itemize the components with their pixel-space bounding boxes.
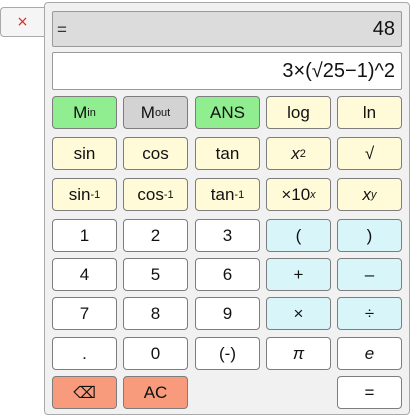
square-button[interactable]: x2 (266, 137, 331, 170)
multiply-button[interactable]: × (266, 297, 331, 330)
expression-display[interactable]: 3×(√25−1)^2 (52, 52, 402, 90)
digit-2-button[interactable]: 2 (123, 219, 188, 252)
backspace-button[interactable]: ⌫ (52, 376, 117, 409)
result-equals-sign: = (57, 20, 67, 39)
memory-out-button[interactable]: Mout (123, 96, 188, 129)
digit-6-button[interactable]: 6 (195, 258, 260, 291)
ans-button[interactable]: ANS (195, 96, 260, 129)
arcsin-button[interactable]: sin -1 (52, 178, 117, 211)
digit-3-button[interactable]: 3 (195, 219, 260, 252)
equals-button[interactable]: = (337, 376, 402, 409)
digit-5-button[interactable]: 5 (123, 258, 188, 291)
plus-button[interactable]: + (266, 258, 331, 291)
right-paren-button[interactable]: ) (337, 219, 402, 252)
e-constant-button[interactable]: e (337, 337, 402, 370)
minus-button[interactable]: – (337, 258, 402, 291)
all-clear-button[interactable]: AC (123, 376, 188, 409)
pi-button[interactable]: π (266, 337, 331, 370)
digit-4-button[interactable]: 4 (52, 258, 117, 291)
ln-button[interactable]: ln (337, 96, 402, 129)
arccos-button[interactable]: cos -1 (123, 178, 188, 211)
result-value: 48 (372, 18, 395, 40)
close-icon: × (16, 14, 29, 30)
negate-button[interactable]: (-) (195, 337, 260, 370)
arctan-button[interactable]: tan -1 (195, 178, 260, 211)
times-ten-power-button[interactable]: ×10 x (266, 178, 331, 211)
close-button[interactable]: × (0, 7, 44, 37)
divide-button[interactable]: ÷ (337, 297, 402, 330)
result-display: = 48 (52, 11, 402, 47)
sin-button[interactable]: sin (52, 137, 117, 170)
digit-1-button[interactable]: 1 (52, 219, 117, 252)
expression-text: 3×(√25−1)^2 (282, 60, 395, 82)
decimal-point-button[interactable]: . (52, 337, 117, 370)
memory-in-button[interactable]: Min (52, 96, 117, 129)
tan-button[interactable]: tan (195, 137, 260, 170)
log-button[interactable]: log (266, 96, 331, 129)
left-paren-button[interactable]: ( (266, 219, 331, 252)
backspace-icon: ⌫ (73, 383, 96, 402)
digit-0-button[interactable]: 0 (123, 337, 188, 370)
digit-7-button[interactable]: 7 (52, 297, 117, 330)
digit-9-button[interactable]: 9 (195, 297, 260, 330)
calculator-panel: = 48 3×(√25−1)^2 Min Mout ANS log ln sin… (44, 2, 410, 415)
power-button[interactable]: xy (337, 178, 402, 211)
cos-button[interactable]: cos (123, 137, 188, 170)
square-root-button[interactable]: √ (337, 137, 402, 170)
digit-8-button[interactable]: 8 (123, 297, 188, 330)
